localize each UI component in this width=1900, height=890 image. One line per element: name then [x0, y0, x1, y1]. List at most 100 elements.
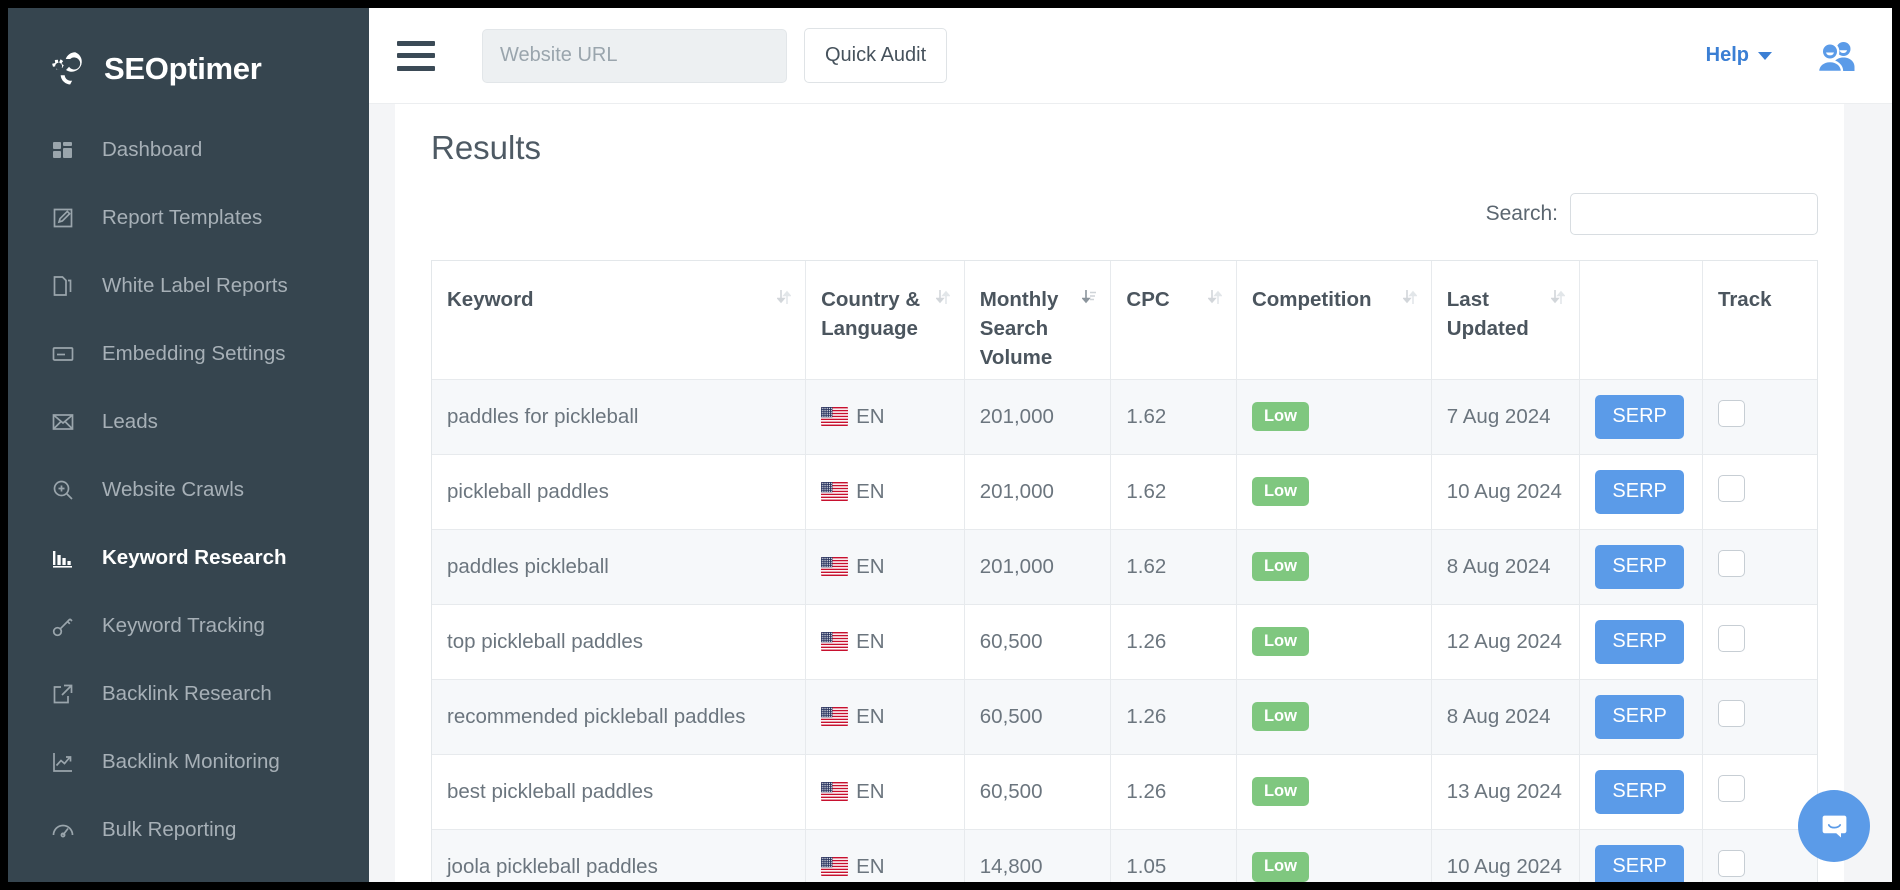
key-icon — [50, 613, 76, 639]
speedometer-icon — [50, 817, 76, 843]
help-label: Help — [1706, 44, 1749, 67]
cell-keyword: recommended pickleball paddles — [432, 679, 806, 754]
cell-competition: Low — [1236, 379, 1431, 454]
us-flag-icon — [821, 407, 848, 426]
cell-monthly-search-volume: 201,000 — [964, 454, 1111, 529]
cell-cpc: 1.62 — [1111, 454, 1237, 529]
cell-last-updated: 13 Aug 2024 — [1431, 754, 1580, 829]
column-header-last-updated[interactable]: Last Updated — [1431, 261, 1580, 379]
help-menu[interactable]: Help — [1706, 44, 1772, 67]
sidebar-item-website-crawls[interactable]: Website Crawls — [8, 456, 369, 524]
serp-button[interactable]: SERP — [1595, 545, 1683, 589]
website-url-input[interactable] — [482, 29, 787, 83]
column-header-keyword[interactable]: Keyword — [432, 261, 806, 379]
track-checkbox[interactable] — [1718, 625, 1745, 652]
cell-keyword: joola pickleball paddles — [432, 829, 806, 882]
cell-country-language: EN — [806, 829, 965, 882]
us-flag-icon — [821, 857, 848, 876]
column-label: Track — [1718, 285, 1772, 314]
sort-toggle-icon[interactable] — [1551, 288, 1565, 343]
brand[interactable]: SEOptimer — [8, 8, 369, 104]
dashboard-grid-icon — [50, 137, 76, 163]
sidebar-item-label: Leads — [102, 410, 158, 434]
serp-button[interactable]: SERP — [1595, 770, 1683, 814]
sidebar-item-label: Bulk Reporting — [102, 818, 236, 842]
cell-monthly-search-volume: 60,500 — [964, 679, 1111, 754]
users-avatar-icon[interactable] — [1816, 40, 1858, 72]
column-header-competition[interactable]: Competition — [1236, 261, 1431, 379]
sidebar-item-label: Keyword Tracking — [102, 614, 265, 638]
sidebar-item-bulk-reporting[interactable]: Bulk Reporting — [8, 796, 369, 864]
sidebar-item-white-label-reports[interactable]: White Label Reports — [8, 252, 369, 320]
serp-button[interactable]: SERP — [1595, 470, 1683, 514]
cell-track — [1702, 529, 1817, 604]
sort-toggle-icon[interactable] — [1403, 288, 1417, 314]
table-row: top pickleball paddlesEN60,5001.26Low12 … — [432, 604, 1817, 679]
cell-last-updated: 8 Aug 2024 — [1431, 529, 1580, 604]
cell-cpc: 1.62 — [1111, 379, 1237, 454]
table-body: paddles for pickleballEN201,0001.62Low7 … — [432, 379, 1817, 882]
sort-toggle-icon[interactable] — [777, 288, 791, 314]
competition-badge: Low — [1252, 477, 1309, 507]
cell-country-language: EN — [806, 604, 965, 679]
competition-badge: Low — [1252, 627, 1309, 657]
cell-serp: SERP — [1580, 454, 1703, 529]
us-flag-icon — [821, 707, 848, 726]
cell-keyword: paddles pickleball — [432, 529, 806, 604]
sidebar-item-keyword-tracking[interactable]: Keyword Tracking — [8, 592, 369, 660]
quick-audit-button[interactable]: Quick Audit — [804, 28, 947, 83]
serp-button[interactable]: SERP — [1595, 620, 1683, 664]
sidebar-item-report-templates[interactable]: Report Templates — [8, 184, 369, 252]
column-header-monthly-search-volume[interactable]: Monthly Search Volume — [964, 261, 1111, 379]
table-row: paddles for pickleballEN201,0001.62Low7 … — [432, 379, 1817, 454]
sidebar-item-label: Keyword Research — [102, 546, 287, 570]
cell-cpc: 1.26 — [1111, 679, 1237, 754]
cell-monthly-search-volume: 60,500 — [964, 604, 1111, 679]
column-label: Last Updated — [1447, 285, 1546, 343]
track-checkbox[interactable] — [1718, 700, 1745, 727]
sort-toggle-icon[interactable] — [936, 288, 950, 343]
sidebar-item-keyword-research[interactable]: Keyword Research — [8, 524, 369, 592]
track-checkbox[interactable] — [1718, 475, 1745, 502]
cell-track — [1702, 679, 1817, 754]
track-checkbox[interactable] — [1718, 850, 1745, 877]
topbar-right-group: Help — [1706, 40, 1858, 72]
hamburger-icon[interactable] — [397, 41, 435, 71]
sidebar-item-backlink-monitoring[interactable]: Backlink Monitoring — [8, 728, 369, 796]
competition-badge: Low — [1252, 402, 1309, 432]
us-flag-icon — [821, 782, 848, 801]
seoptimer-gear-logo-icon — [46, 46, 92, 92]
page-title: Results — [395, 104, 1844, 167]
sidebar-item-leads[interactable]: Leads — [8, 388, 369, 456]
sidebar-item-label: Report Templates — [102, 206, 262, 230]
track-checkbox[interactable] — [1718, 550, 1745, 577]
search-input[interactable] — [1570, 193, 1818, 235]
external-link-icon — [50, 681, 76, 707]
serp-button[interactable]: SERP — [1595, 395, 1683, 439]
cell-serp: SERP — [1580, 829, 1703, 882]
column-header-cpc[interactable]: CPC — [1111, 261, 1237, 379]
column-label: Monthly Search Volume — [980, 285, 1077, 372]
serp-button[interactable]: SERP — [1595, 695, 1683, 739]
sort-toggle-icon[interactable] — [1208, 288, 1222, 314]
cell-serp: SERP — [1580, 679, 1703, 754]
table-row: pickleball paddlesEN201,0001.62Low10 Aug… — [432, 454, 1817, 529]
cell-track — [1702, 454, 1817, 529]
cell-competition: Low — [1236, 454, 1431, 529]
edit-pencil-icon — [50, 205, 76, 231]
chat-bubble-button[interactable] — [1798, 790, 1870, 862]
sidebar-item-backlink-research[interactable]: Backlink Research — [8, 660, 369, 728]
sort-desc-active-icon[interactable] — [1082, 288, 1096, 372]
cell-country-language: EN — [806, 529, 965, 604]
column-header-serp — [1580, 261, 1703, 379]
sidebar-item-label: Website Crawls — [102, 478, 244, 502]
column-header-country-language[interactable]: Country & Language — [806, 261, 965, 379]
language-code: EN — [856, 630, 884, 654]
language-code: EN — [856, 855, 884, 879]
sidebar-item-dashboard[interactable]: Dashboard — [8, 116, 369, 184]
sidebar-item-embedding-settings[interactable]: Embedding Settings — [8, 320, 369, 388]
cell-monthly-search-volume: 201,000 — [964, 379, 1111, 454]
track-checkbox[interactable] — [1718, 775, 1745, 802]
track-checkbox[interactable] — [1718, 400, 1745, 427]
serp-button[interactable]: SERP — [1595, 845, 1683, 882]
